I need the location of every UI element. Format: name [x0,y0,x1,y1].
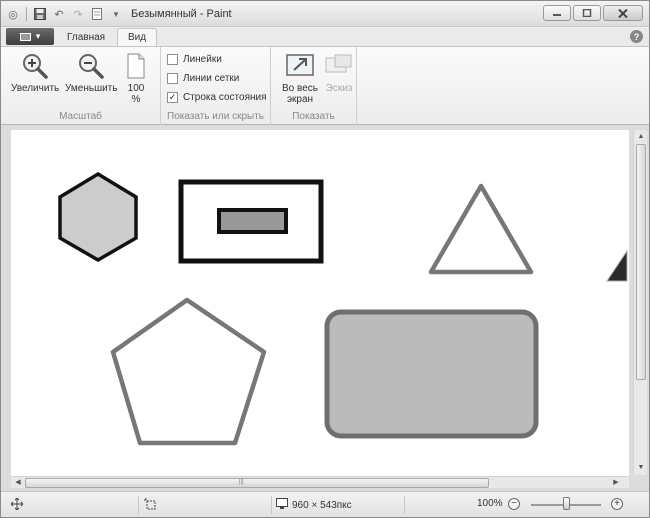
canvas-resize-handle[interactable] [605,249,629,283]
ribbon-tab-row: ▾ Главная Вид ? [1,28,649,46]
minimize-button[interactable] [543,5,571,21]
statusbar-separator [138,496,139,514]
statusbar-checkbox-row[interactable]: ✓ Строка состояния [167,92,267,103]
zoom-out-label: Уменьшить [65,83,118,94]
zoom-out-button[interactable]: Уменьшить [65,51,117,94]
vertical-scrollbar[interactable]: ▲ ▼ [633,130,647,475]
rulers-label: Линейки [183,54,222,65]
zoom-group-label: Масштаб [59,111,102,122]
shapes-layer [58,171,539,446]
statusbar-separator [404,496,405,514]
zoom-in-icon [19,51,51,81]
zoom-in-button[interactable]: Увеличить [11,51,59,94]
cursor-position-icon [11,498,23,510]
fullscreen-button[interactable]: Во весь экран [281,51,319,105]
triangle-shape[interactable] [428,183,534,275]
image-size-icon [276,498,288,512]
hexagon-shape[interactable] [58,171,138,263]
display-group-label: Показать [292,111,335,122]
show-hide-group-label: Показать или скрыть [167,111,264,122]
zoom-level: 100% [477,498,503,509]
ribbon-panel: Увеличить Уменьшить 100 % Масштаб Показа… [1,46,649,125]
paint-window: ◎ ↶ ↷ ▼ Безымянный - Paint ▾ Главная Вид… [0,0,650,518]
zoom-group: Увеличить Уменьшить 100 % Масштаб [1,47,161,125]
status-bar: 960 × 543пкс 100% − + [1,491,649,517]
help-icon[interactable]: ? [630,30,643,43]
redo-icon[interactable]: ↷ [70,6,86,22]
window-title: Безымянный - Paint [131,8,232,20]
gridlines-checkbox[interactable] [167,73,178,84]
drawing-canvas[interactable] [11,130,629,480]
title-bar: ◎ ↶ ↷ ▼ Безымянный - Paint [1,1,649,27]
thumbnail-icon [323,51,355,81]
qat-separator [26,7,27,21]
zoom-in-status-button[interactable]: + [611,498,623,510]
rulers-checkbox-row[interactable]: Линейки [167,54,222,65]
display-group: Во весь экран Эскиз Показать [271,47,357,125]
rounded-rectangle-shape[interactable] [324,309,539,439]
properties-icon[interactable] [89,6,105,22]
canvas-area: ▲ ▼ ◀ ||| ▶ [1,125,649,491]
thumbnail-label: Эскиз [325,83,353,94]
scroll-up-arrow-icon[interactable]: ▲ [636,132,646,142]
image-dimensions: 960 × 543пкс [292,499,352,511]
statusbar-checkbox[interactable]: ✓ [167,92,178,103]
maximize-button[interactable] [573,5,601,21]
thumbnail-button[interactable]: Эскиз [323,51,355,94]
page-icon [125,51,147,81]
undo-icon[interactable]: ↶ [51,6,67,22]
scroll-grip-icon: ||| [239,479,244,485]
rulers-checkbox[interactable] [167,54,178,65]
fullscreen-label: Во весь экран [282,83,318,105]
zoom-out-status-button[interactable]: − [508,498,520,510]
paint-logo-icon[interactable]: ◎ [5,6,21,22]
image-size-section: 960 × 543пкс [276,498,352,512]
horizontal-scrollbar[interactable]: ◀ ||| ▶ [11,476,629,488]
save-icon[interactable] [32,6,48,22]
quick-access-toolbar: ◎ ↶ ↷ ▼ [5,5,124,23]
selection-size-icon [144,498,156,510]
close-button[interactable] [603,5,643,21]
fullscreen-icon [284,51,316,81]
zoom-out-icon [75,51,107,81]
window-controls [543,5,643,21]
vertical-scroll-thumb[interactable] [636,144,646,380]
scroll-down-arrow-icon[interactable]: ▼ [636,463,646,473]
zoom-100-button[interactable]: 100 % [125,51,147,105]
document-icon [19,32,31,41]
customize-qat-icon[interactable]: ▼ [108,6,124,22]
zoom-in-label: Увеличить [11,83,60,94]
scroll-right-arrow-icon[interactable]: ▶ [611,478,621,488]
inner-rectangle-shape[interactable] [217,208,288,234]
gridlines-label: Линии сетки [183,73,240,84]
zoom-slider-thumb[interactable] [563,497,570,510]
tab-home[interactable]: Главная [57,28,115,46]
horizontal-scroll-thumb[interactable] [25,478,489,488]
pentagon-shape[interactable] [110,297,267,446]
tab-view[interactable]: Вид [117,28,158,46]
application-menu-button[interactable]: ▾ [6,28,54,45]
zoom-100-label: 100 % [127,83,145,105]
chevron-down-icon: ▾ [35,31,41,41]
gridlines-checkbox-row[interactable]: Линии сетки [167,73,239,84]
scroll-left-arrow-icon[interactable]: ◀ [13,478,23,488]
statusbar-separator [271,496,272,514]
statusbar-label: Строка состояния [183,92,267,103]
